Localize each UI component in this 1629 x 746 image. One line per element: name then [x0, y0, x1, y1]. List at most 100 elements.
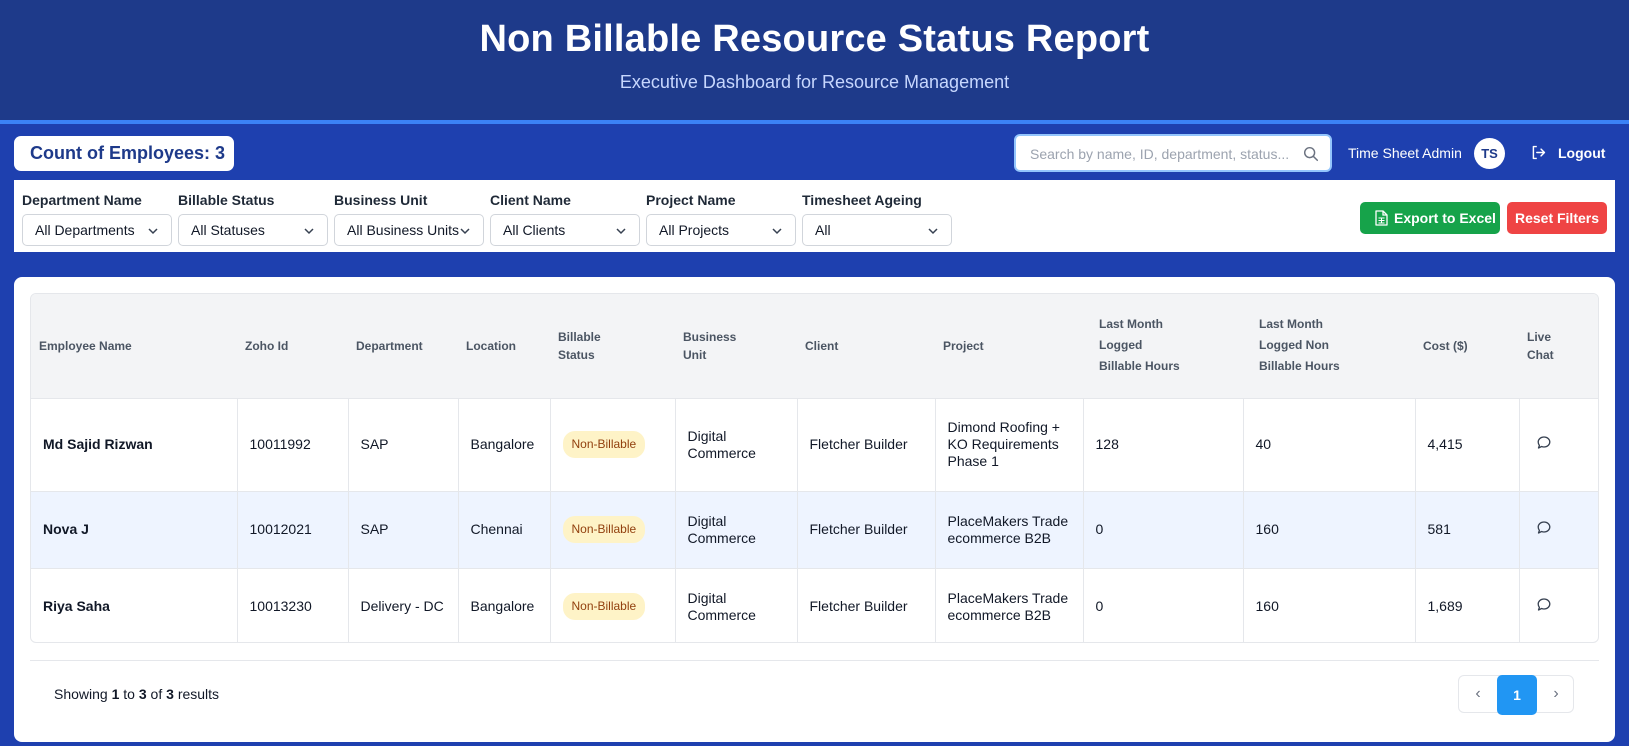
- chevron-down-icon: [148, 228, 158, 235]
- footer-divider: [30, 660, 1599, 661]
- chevron-down-icon: [616, 228, 626, 235]
- live-chat-cell: [1519, 568, 1598, 642]
- column-header[interactable]: Client: [797, 294, 935, 399]
- department-cell: SAP: [348, 398, 459, 492]
- avatar[interactable]: TS: [1474, 138, 1505, 169]
- department-select[interactable]: All Departments: [22, 214, 172, 246]
- location-cell: Chennai: [458, 491, 551, 569]
- column-header[interactable]: Cost ($): [1415, 294, 1519, 399]
- billable-status-select[interactable]: All Statuses: [178, 214, 328, 246]
- business-unit-select[interactable]: All Business Units: [334, 214, 484, 246]
- non-billable-hours-cell: 160: [1243, 568, 1416, 642]
- search-input[interactable]: [1030, 144, 1292, 164]
- filter-department: Department Name All Departments: [22, 192, 172, 246]
- filter-timesheet-ageing-label: Timesheet Ageing: [802, 192, 922, 208]
- header-divider: [0, 120, 1629, 124]
- billable-status-select-value: All Statuses: [191, 222, 265, 238]
- search-box[interactable]: [1014, 134, 1332, 172]
- filter-department-label: Department Name: [22, 192, 142, 208]
- filter-client-name-label: Client Name: [490, 192, 571, 208]
- project-select[interactable]: All Projects: [646, 214, 796, 246]
- results-total: 3: [166, 686, 174, 702]
- business-unit-cell: Digital Commerce: [675, 398, 798, 492]
- column-header[interactable]: Department: [348, 294, 458, 399]
- timesheet-ageing-select-value: All: [815, 222, 831, 238]
- results-to: 3: [138, 686, 147, 702]
- table-row[interactable]: Riya Saha 10013230 Delivery - DC Bangalo…: [31, 568, 1598, 642]
- department-select-value: All Departments: [35, 222, 135, 238]
- project-cell: PlaceMakers Trade ecommerce B2B: [935, 568, 1084, 642]
- table-header-row: Employee Name Zoho Id Department Locatio…: [31, 294, 1598, 399]
- chevron-down-icon: [460, 228, 470, 235]
- export-to-excel-button[interactable]: Export to Excel: [1360, 202, 1500, 234]
- billable-status-cell: Non-Billable: [550, 491, 676, 569]
- column-header[interactable]: Location: [458, 294, 550, 399]
- business-unit-cell: Digital Commerce: [675, 568, 798, 642]
- billable-status-cell: Non-Billable: [550, 398, 676, 492]
- column-header[interactable]: Last Month Logged Billable Hours: [1083, 294, 1243, 399]
- column-header[interactable]: Zoho Id: [237, 294, 348, 399]
- project-cell: PlaceMakers Trade ecommerce B2B: [935, 491, 1084, 569]
- results-prefix: Showing: [54, 686, 108, 702]
- client-cell: Fletcher Builder: [797, 398, 936, 492]
- column-header[interactable]: Employee Name: [31, 294, 237, 399]
- results-of-word: of: [150, 686, 163, 702]
- live-chat-cell: [1519, 398, 1598, 492]
- search-icon[interactable]: [1302, 145, 1320, 163]
- table-row[interactable]: Md Sajid Rizwan 10011992 SAP Bangalore N…: [31, 398, 1598, 492]
- location-cell: Bangalore: [458, 398, 551, 492]
- cost-cell: 1,689: [1415, 568, 1520, 642]
- department-cell: SAP: [348, 491, 459, 569]
- client-select[interactable]: All Clients: [490, 214, 640, 246]
- status-badge: Non-Billable: [562, 431, 646, 458]
- results-summary: Showing 1 to 3 of 3 results: [54, 686, 219, 702]
- results-suffix: results: [177, 686, 220, 702]
- results-panel: Employee Name Zoho Id Department Locatio…: [14, 277, 1615, 742]
- logout-icon: [1532, 145, 1546, 160]
- logout-label: Logout: [1558, 145, 1606, 161]
- column-header[interactable]: Project: [935, 294, 1083, 399]
- billable-status-cell: Non-Billable: [550, 568, 676, 642]
- reset-button-label: Reset Filters: [1514, 210, 1600, 226]
- table-row[interactable]: Nova J 10012021 SAP Chennai Non-Billable…: [31, 491, 1598, 569]
- location-cell: Bangalore: [458, 568, 551, 642]
- chat-icon[interactable]: [1536, 520, 1552, 536]
- results-to-word: to: [123, 686, 135, 702]
- filter-business-unit: Business Unit All Business Units: [334, 192, 484, 246]
- reset-filters-button[interactable]: Reset Filters: [1507, 202, 1607, 234]
- results-from: 1: [111, 686, 120, 702]
- project-cell: Dimond Roofing + KO Requirements Phase 1: [935, 398, 1084, 492]
- filter-client-name: Client Name All Clients: [490, 192, 640, 246]
- column-header[interactable]: Last Month Logged Non Billable Hours: [1243, 294, 1415, 399]
- business-unit-cell: Digital Commerce: [675, 491, 798, 569]
- zoho-id-cell: 10013230: [237, 568, 349, 642]
- employee-name-cell: Riya Saha: [31, 568, 238, 642]
- next-page-button[interactable]: ›: [1537, 676, 1575, 714]
- excel-file-icon: [1375, 210, 1388, 226]
- chevron-down-icon: [928, 228, 938, 235]
- page-title: Non Billable Resource Status Report: [479, 18, 1150, 60]
- zoho-id-cell: 10012021: [237, 491, 349, 569]
- chevron-down-icon: [304, 228, 314, 235]
- cost-cell: 4,415: [1415, 398, 1520, 492]
- billable-hours-cell: 128: [1083, 398, 1244, 492]
- billable-hours-cell: 0: [1083, 568, 1244, 642]
- page-header: Non Billable Resource Status Report Exec…: [0, 0, 1629, 124]
- filter-business-unit-label: Business Unit: [334, 192, 428, 208]
- department-cell: Delivery - DC: [348, 568, 459, 642]
- filter-bar: Department Name All Departments Billable…: [14, 180, 1615, 252]
- chat-icon[interactable]: [1536, 435, 1552, 451]
- filter-timesheet-ageing: Timesheet Ageing All: [802, 192, 952, 246]
- filter-billable-status: Billable Status All Statuses: [178, 192, 328, 246]
- column-header[interactable]: Billable Status: [550, 294, 675, 399]
- page-button-current[interactable]: 1: [1497, 675, 1537, 715]
- previous-page-button[interactable]: ‹: [1459, 676, 1497, 714]
- pagination: ‹ 1 ›: [1458, 675, 1575, 715]
- filter-project-name-label: Project Name: [646, 192, 736, 208]
- client-cell: Fletcher Builder: [797, 491, 936, 569]
- chat-icon[interactable]: [1536, 597, 1552, 613]
- non-billable-hours-cell: 160: [1243, 491, 1416, 569]
- user-name: Time Sheet Admin: [1348, 145, 1462, 161]
- timesheet-ageing-select[interactable]: All: [802, 214, 952, 246]
- column-header[interactable]: Business Unit: [675, 294, 797, 399]
